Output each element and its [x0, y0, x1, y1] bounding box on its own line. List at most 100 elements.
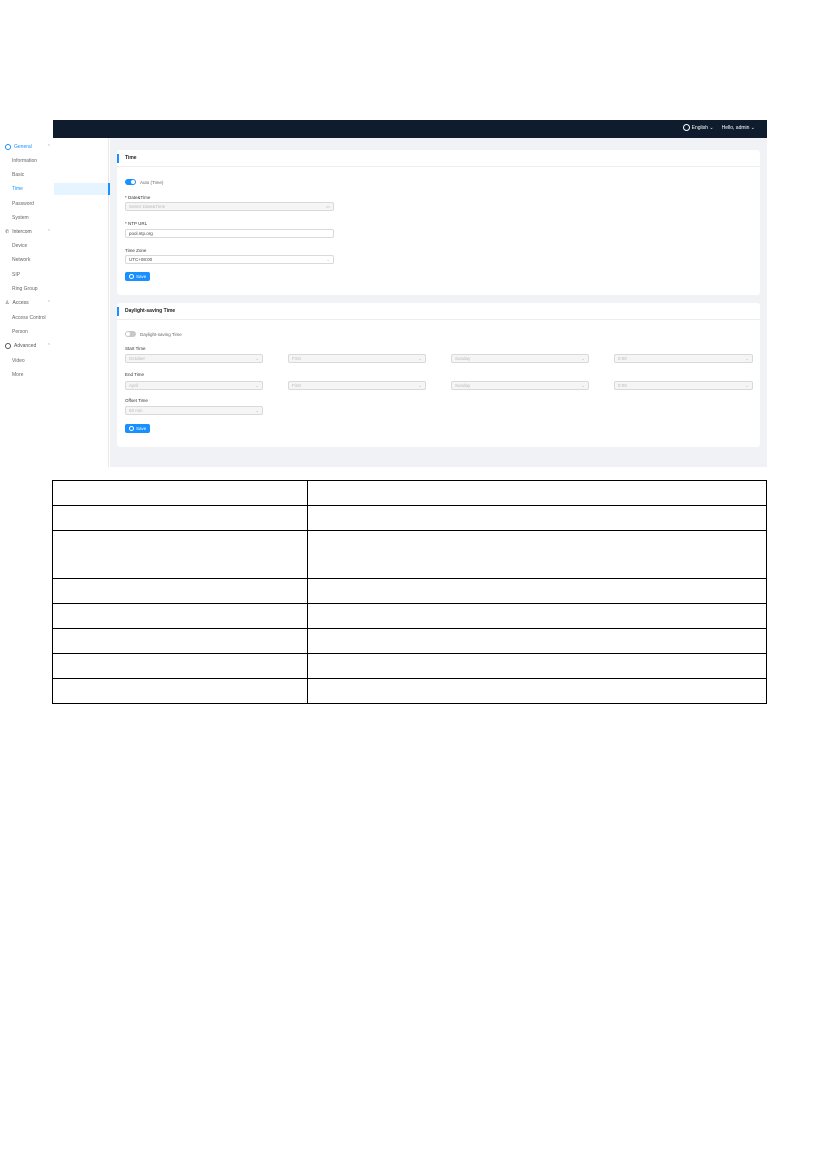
top-bar: English ⌄ Hello, admin ⌄ — [53, 120, 767, 138]
chevron-up-icon: ⌃ — [46, 343, 51, 349]
accent-bar — [117, 307, 119, 316]
timezone-select[interactable]: UTC+08:00 ⌄ — [125, 255, 334, 264]
chevron-down-icon: ⌄ — [581, 383, 585, 388]
chevron-down-icon: ⌄ — [581, 356, 585, 361]
ntp-url-input[interactable]: pool.ntp.org — [125, 229, 334, 238]
time-card-header: Time — [117, 150, 760, 167]
chevron-down-icon: ⌄ — [418, 383, 422, 388]
end-time-label: End Time — [125, 372, 145, 377]
table-cell — [307, 530, 767, 579]
sidebar-item-sip[interactable]: SIP — [12, 272, 20, 278]
dst-save-button[interactable]: Save — [125, 424, 151, 433]
sidebar-item-system[interactable]: System — [12, 215, 29, 221]
dst-card: Daylight-saving Time — [117, 303, 760, 447]
sidebar-selected-highlight — [54, 183, 110, 195]
timezone-label: Time Zone — [125, 248, 147, 253]
table-row — [52, 578, 767, 604]
table-cell — [307, 603, 767, 629]
dst-toggle-label: Daylight-saving Time — [140, 332, 182, 337]
phone-icon: ✆ — [5, 229, 10, 235]
empty-table — [52, 480, 767, 704]
chevron-down-icon: ⌄ — [709, 124, 714, 131]
chevron-down-icon: ⌄ — [750, 124, 755, 131]
start-time-label: Start Time — [125, 346, 146, 351]
sidebar-item-time[interactable]: Time — [12, 186, 23, 192]
table-cell — [52, 530, 308, 579]
dst-card-title: Daylight-saving Time — [125, 308, 176, 314]
user-menu[interactable]: Hello, admin ⌄ — [722, 125, 755, 131]
end-week-select[interactable]: First ⌄ — [288, 381, 426, 390]
datetime-field[interactable]: Select Date&Time ▭ — [125, 202, 334, 211]
start-week-select[interactable]: First ⌄ — [288, 354, 426, 363]
sidebar-item-information[interactable]: Information — [12, 158, 37, 164]
sidebar-item-access-control[interactable]: Access Control — [12, 315, 46, 321]
globe-icon — [682, 124, 690, 131]
person-icon: ♙ — [5, 300, 10, 306]
chevron-down-icon: ⌄ — [255, 408, 259, 413]
sidebar-item-ring-group[interactable]: Ring Group — [12, 286, 38, 292]
language-selector[interactable]: English ⌄ — [682, 124, 714, 131]
sidebar-item-password[interactable]: Password — [12, 201, 34, 207]
end-month-select[interactable]: April ⌄ — [125, 381, 263, 390]
table-cell — [307, 653, 767, 679]
gear-icon — [5, 144, 11, 150]
table-row — [52, 530, 767, 579]
table-cell — [307, 505, 767, 531]
sidebar-item-network[interactable]: Network — [12, 257, 30, 263]
table-cell — [307, 480, 767, 506]
table-cell — [307, 578, 767, 604]
settings-icon — [5, 343, 11, 349]
table-row — [52, 678, 767, 704]
start-day-select[interactable]: Sunday ⌄ — [451, 354, 589, 363]
accent-bar — [117, 154, 119, 163]
calendar-icon: ▭ — [325, 204, 330, 209]
sidebar-item-basic[interactable]: Basic — [12, 172, 24, 178]
sidebar-item-more[interactable]: More — [12, 372, 23, 378]
table-row — [52, 628, 767, 654]
start-month-select[interactable]: October ⌄ — [125, 354, 263, 363]
table-row — [52, 480, 767, 506]
table-cell — [307, 628, 767, 654]
chevron-down-icon: ⌄ — [255, 383, 259, 388]
end-day-select[interactable]: Sunday ⌄ — [451, 381, 589, 390]
table-cell — [307, 678, 767, 704]
chevron-up-icon: ⌃ — [46, 300, 51, 306]
chevron-down-icon: ⌄ — [418, 356, 422, 361]
sidebar-item-person[interactable]: Person — [12, 329, 28, 335]
chevron-down-icon: ⌄ — [255, 356, 259, 361]
save-icon — [129, 274, 134, 279]
auto-time-label: Auto (Time) — [140, 180, 164, 185]
chevron-down-icon: ⌄ — [326, 257, 330, 262]
sidebar-group-advanced[interactable]: Advanced ⌃ — [5, 343, 51, 349]
chevron-down-icon: ⌄ — [745, 383, 749, 388]
start-hour-select[interactable]: 0:00 ⌄ — [614, 354, 753, 363]
table-cell — [52, 603, 308, 629]
dst-card-header: Daylight-saving Time — [117, 303, 760, 320]
table-cell — [52, 653, 308, 679]
offset-time-select[interactable]: 60 min ⌄ — [125, 406, 263, 415]
auto-time-toggle[interactable] — [125, 179, 136, 185]
chevron-up-icon: ⌃ — [46, 144, 51, 150]
sidebar-item-video[interactable]: Video — [12, 358, 25, 364]
chevron-down-icon: ⌄ — [745, 356, 749, 361]
sidebar-group-intercom[interactable]: ✆ Intercom ⌃ — [5, 229, 51, 235]
table-cell — [52, 678, 308, 704]
table-row — [52, 505, 767, 531]
save-icon — [129, 426, 134, 431]
sidebar-group-general[interactable]: General ⌃ — [5, 144, 51, 150]
dst-toggle[interactable] — [125, 331, 136, 337]
sidebar-group-access[interactable]: ♙ Access ⌃ — [5, 300, 51, 306]
end-hour-select[interactable]: 0:00 ⌄ — [614, 381, 753, 390]
time-save-button[interactable]: Save — [125, 272, 151, 281]
table-row — [52, 653, 767, 679]
datetime-label: * Date&Time — [125, 195, 151, 200]
table-cell — [52, 628, 308, 654]
sidebar-item-device[interactable]: Device — [12, 243, 27, 249]
ntp-url-label: * NTP URL — [125, 221, 148, 226]
table-cell — [52, 578, 308, 604]
time-card-title: Time — [125, 155, 137, 161]
table-row — [52, 603, 767, 629]
table-cell — [52, 505, 308, 531]
chevron-up-icon: ⌃ — [46, 229, 51, 235]
time-card: Time — [117, 150, 760, 295]
